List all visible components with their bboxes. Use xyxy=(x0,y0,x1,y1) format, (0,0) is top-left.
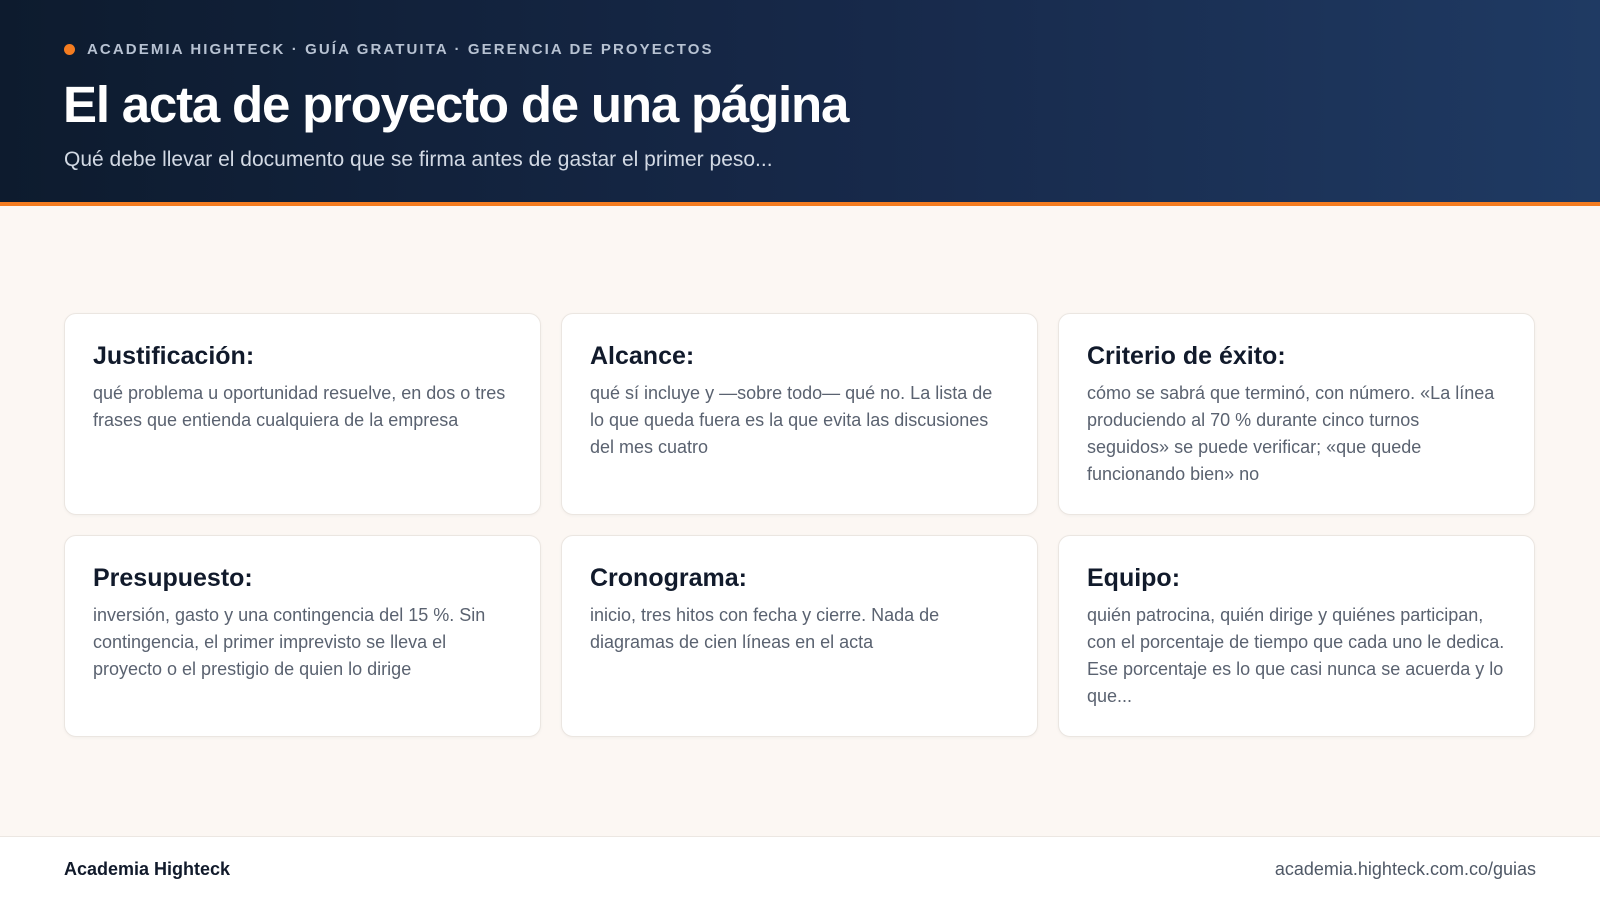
eyebrow-text: ACADEMIA HIGHTECK · GUÍA GRATUITA · GERE… xyxy=(87,40,714,58)
card-body: inicio, tres hitos con fecha y cierre. N… xyxy=(590,605,940,652)
page-title: El acta de proyecto de una página xyxy=(63,76,849,133)
card-equipo: Equipo: quién patrocina, quién dirige y … xyxy=(1058,535,1535,737)
card-title: Alcance: xyxy=(590,342,695,370)
card-body: inversión, gasto y una contingencia del … xyxy=(93,605,486,679)
card-title: Equipo: xyxy=(1087,564,1181,592)
card-presupuesto: Presupuesto: inversión, gasto y una cont… xyxy=(64,535,541,737)
footer-brand: Academia Highteck xyxy=(64,859,231,879)
card-criterio-exito: Criterio de éxito: cómo se sabrá que ter… xyxy=(1058,313,1535,515)
card-cronograma: Cronograma: inicio, tres hitos con fecha… xyxy=(561,535,1038,737)
card-body: qué sí incluye y —sobre todo— qué no. La… xyxy=(590,383,993,457)
cards-grid: Justificación: qué problema u oportunida… xyxy=(64,313,1536,737)
eyebrow: ACADEMIA HIGHTECK · GUÍA GRATUITA · GERE… xyxy=(64,40,714,58)
page-subtitle: Qué debe llevar el documento que se firm… xyxy=(64,148,773,171)
card-title: Cronograma: xyxy=(590,564,747,592)
card-body: qué problema u oportunidad resuelve, en … xyxy=(93,383,506,430)
card-title: Criterio de éxito: xyxy=(1087,342,1286,370)
header-banner: ACADEMIA HIGHTECK · GUÍA GRATUITA · GERE… xyxy=(0,0,1600,206)
footer-url-link[interactable]: academia.highteck.com.co/guias xyxy=(1275,859,1536,880)
card-title: Presupuesto: xyxy=(93,564,253,592)
card-title: Justificación: xyxy=(93,342,255,370)
accent-dot-icon xyxy=(64,43,75,55)
footer: Academia Highteck academia.highteck.com.… xyxy=(0,836,1600,900)
card-justificacion: Justificación: qué problema u oportunida… xyxy=(64,313,541,515)
card-body: cómo se sabrá que terminó, con número. «… xyxy=(1087,383,1495,484)
card-body: quién patrocina, quién dirige y quiénes … xyxy=(1087,605,1505,706)
card-alcance: Alcance: qué sí incluye y —sobre todo— q… xyxy=(561,313,1038,515)
